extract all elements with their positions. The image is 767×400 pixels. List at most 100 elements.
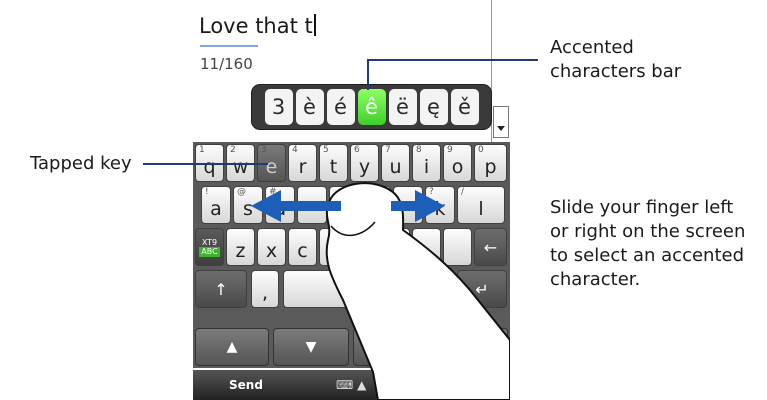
key-number: #	[269, 187, 277, 197]
key-g[interactable]	[329, 186, 359, 224]
input-panel-toggle[interactable]: ⌨ ▲	[336, 378, 366, 392]
text-cursor	[313, 14, 316, 36]
key-s[interactable]: @ s	[233, 186, 263, 224]
space-label: _	[363, 282, 373, 304]
key-number: 7	[385, 145, 391, 155]
key-label: i	[423, 156, 430, 178]
accent-char[interactable]: è	[295, 89, 324, 125]
abc-label: ABC	[199, 246, 220, 257]
backspace-key[interactable]: ←	[474, 228, 507, 266]
text-underline	[200, 45, 258, 47]
key-comma[interactable]: ,	[251, 270, 279, 308]
key-d[interactable]: # d	[265, 186, 295, 224]
key-label: o	[451, 156, 464, 178]
key-z[interactable]: z	[226, 228, 255, 266]
key-number: 4	[292, 145, 298, 155]
key-label: k	[434, 198, 446, 220]
key-blank[interactable]	[443, 228, 472, 266]
accent-bar-callout-line-v	[367, 60, 369, 90]
key-label: u	[389, 156, 402, 178]
key-number: 0	[478, 145, 484, 155]
key-number: /	[461, 187, 465, 197]
input-panel-arrow: ▲	[357, 378, 367, 392]
backspace-icon: ←	[483, 237, 498, 257]
accent-bar-callout: Accented characters bar	[550, 36, 681, 84]
key-label: t	[329, 156, 338, 178]
key-label: ,	[261, 282, 269, 304]
accent-char[interactable]: é	[326, 89, 355, 125]
enter-icon: ↵	[475, 279, 489, 299]
nav-right-button[interactable]: ▶	[431, 328, 508, 366]
nav-down-button[interactable]: ▼	[273, 328, 349, 366]
accented-characters-bar[interactable]: 3 è é ê ë ę ě	[251, 84, 492, 130]
callout-text: character.	[550, 269, 641, 290]
arrow-up-icon: ▲	[226, 339, 238, 355]
nav-left-button[interactable]: ◀	[353, 328, 427, 366]
key-label: q	[203, 156, 216, 178]
slide-instruction-callout: Slide your finger left or right on the s…	[550, 196, 745, 292]
key-c[interactable]: c	[288, 228, 317, 266]
accent-char[interactable]: ě	[450, 89, 479, 125]
navigation-row: ▲ ▼ ◀ ▶	[193, 326, 510, 370]
character-counter: 11/160	[200, 55, 253, 73]
key-v[interactable]	[319, 228, 348, 266]
arrow-left-icon: ◀	[384, 339, 396, 355]
key-number: 6	[354, 145, 360, 155]
key-label: y	[358, 156, 371, 178]
keyboard-row-4: ↑ , _ ↵	[193, 270, 510, 310]
message-text[interactable]: Love that t	[199, 14, 316, 38]
key-number: 5	[323, 145, 329, 155]
send-softkey[interactable]: Send	[229, 378, 263, 392]
xt9-toggle-button[interactable]: XT9 ABC	[195, 228, 224, 266]
key-t[interactable]: 5t	[319, 144, 348, 182]
callout-text: Accented	[550, 37, 634, 58]
softkey-bar: Send ⌨ ▲ Menu	[193, 370, 510, 400]
key-label: s	[243, 198, 253, 220]
key-n[interactable]	[381, 228, 410, 266]
key-o[interactable]: 9o	[443, 144, 472, 182]
key-number: 9	[447, 145, 453, 155]
accent-char[interactable]: ë	[388, 89, 417, 125]
scroll-down-button[interactable]	[493, 106, 509, 138]
accent-char[interactable]: 3	[264, 89, 293, 125]
key-label: w	[232, 156, 249, 178]
key-label: p	[484, 156, 497, 178]
key-f[interactable]	[297, 186, 327, 224]
key-label: r	[298, 156, 307, 178]
menu-softkey[interactable]: Menu	[430, 378, 467, 392]
key-number: 8	[416, 145, 422, 155]
key-x[interactable]: x	[257, 228, 286, 266]
key-label: c	[297, 240, 308, 262]
accent-char[interactable]: ę	[419, 89, 448, 125]
key-r[interactable]: 4r	[288, 144, 317, 182]
key-label: l	[478, 198, 484, 220]
space-key[interactable]: _	[283, 270, 453, 308]
key-j[interactable]	[393, 186, 423, 224]
key-m[interactable]	[412, 228, 441, 266]
key-number: !	[205, 187, 209, 197]
key-number: 3	[261, 145, 267, 155]
key-b[interactable]	[350, 228, 379, 266]
nav-up-button[interactable]: ▲	[195, 328, 269, 366]
callout-text: Slide your finger left	[550, 197, 734, 218]
key-y[interactable]: 6y	[350, 144, 379, 182]
arrow-down-icon: ▼	[305, 339, 317, 355]
key-u[interactable]: 7u	[381, 144, 410, 182]
keyboard-icon: ⌨	[336, 378, 354, 392]
key-p[interactable]: 0p	[474, 144, 507, 182]
key-i[interactable]: 8i	[412, 144, 441, 182]
key-number: 1	[199, 145, 205, 155]
keyboard-row-3: XT9 ABC z x c ←	[193, 228, 510, 268]
shift-key[interactable]: ↑	[195, 270, 247, 308]
tapped-key-callout-line	[143, 163, 268, 165]
callout-text: to select an accented	[550, 245, 745, 266]
accent-bar-callout-line-h	[367, 59, 538, 61]
accent-char-selected[interactable]: ê	[357, 89, 386, 125]
keyboard-row-2: ! a @ s # d ? k / l	[193, 186, 510, 226]
key-h[interactable]	[361, 186, 391, 224]
key-k[interactable]: ? k	[425, 186, 455, 224]
enter-key[interactable]: ↵	[457, 270, 507, 308]
arrow-right-icon: ▶	[464, 339, 475, 355]
key-l[interactable]: / l	[457, 186, 505, 224]
key-a[interactable]: ! a	[201, 186, 231, 224]
